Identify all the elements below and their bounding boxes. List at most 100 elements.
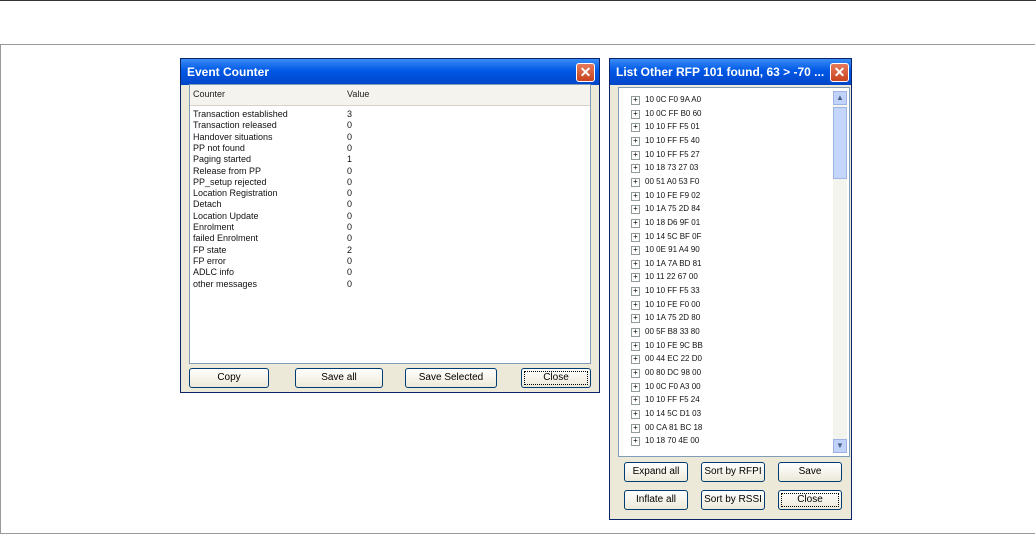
rfp-tree-item[interactable]: +00 44 EC 22 D0 [619,354,824,365]
expand-plus-icon[interactable]: + [631,136,640,146]
expand-plus-icon[interactable]: + [631,164,640,174]
rfp-tree-item[interactable]: +10 10 FF F5 27 [619,150,824,161]
counter-row[interactable]: Enrolment 0 [190,222,590,233]
expand-plus-icon[interactable]: + [631,273,640,283]
copy-button[interactable]: Copy [189,368,269,388]
counter-value: 0 [347,188,353,199]
counter-row[interactable]: PP not found 0 [190,143,590,154]
rfp-tree-item[interactable]: +10 18 70 4E 00 [619,436,824,447]
expand-plus-icon[interactable]: + [631,382,640,392]
counter-row[interactable]: Location Registration 0 [190,188,590,199]
rfp-id-label: 10 1A 75 2D 84 [645,204,701,214]
expand-all-button[interactable]: Expand all [624,462,688,482]
rfp-tree-item[interactable]: +10 0E 91 A4 90 [619,245,824,256]
rfp-tree-item[interactable]: +10 10 FE 9C BB [619,341,824,352]
sort-by-rfpi-button[interactable]: Sort by RFPI [701,462,765,482]
expand-plus-icon[interactable]: + [631,150,640,160]
expand-plus-icon[interactable]: + [631,109,640,119]
counter-value: 0 [347,233,353,244]
counter-row[interactable]: FP state 2 [190,245,590,256]
counter-row[interactable]: Transaction released 0 [190,120,590,131]
expand-plus-icon[interactable]: + [631,246,640,256]
close-icon[interactable]: ✕ [830,63,849,82]
rfp-tree-item[interactable]: +10 0C FF B0 60 [619,109,824,120]
expand-plus-icon[interactable]: + [631,409,640,419]
scroll-down-icon[interactable]: ▼ [833,439,847,453]
expand-plus-icon[interactable]: + [631,328,640,338]
scrollbar-thumb[interactable] [833,107,847,179]
expand-plus-icon[interactable]: + [631,191,640,201]
rfp-list-titlebar[interactable]: List Other RFP 101 found, 63 > -70 ... [610,59,851,85]
rfp-tree-item[interactable]: +10 10 FF F5 40 [619,136,824,147]
counter-row[interactable]: ADLC info 0 [190,267,590,278]
rfp-tree-item[interactable]: +00 80 DC 98 00 [619,368,824,379]
expand-plus-icon[interactable]: + [631,259,640,269]
expand-plus-icon[interactable]: + [631,314,640,324]
close-icon[interactable]: ✕ [576,63,595,82]
rfp-tree-item[interactable]: +10 1A 75 2D 84 [619,204,824,215]
counter-value: 0 [347,120,353,131]
close-button[interactable]: Close [778,490,842,510]
counter-row[interactable]: Paging started 1 [190,154,590,165]
counter-row[interactable]: Release from PP 0 [190,166,590,177]
counter-name: other messages [193,278,258,289]
expand-plus-icon[interactable]: + [631,437,640,447]
counter-row[interactable]: FP error 0 [190,256,590,267]
expand-plus-icon[interactable]: + [631,369,640,378]
save-all-button[interactable]: Save all [295,368,383,388]
rfp-tree-item[interactable]: +10 10 FE F0 00 [619,300,824,311]
counter-list[interactable]: Counter Value Transaction established 3 Tr… [189,84,591,364]
rfp-id-label: 10 10 FF F5 27 [645,149,700,159]
rfp-tree-item[interactable]: +10 1A 7A BD 81 [619,259,824,270]
sort-by-rssi-button[interactable]: Sort by RSSI [701,490,765,510]
expand-plus-icon[interactable]: + [631,423,640,433]
expand-plus-icon[interactable]: + [631,96,640,105]
rfp-tree-item[interactable]: +10 0C F0 A3 00 [619,382,824,393]
counter-row[interactable]: failed Enrolment 0 [190,233,590,244]
expand-plus-icon[interactable]: + [631,355,640,365]
expand-plus-icon[interactable]: + [631,218,640,228]
counter-row[interactable]: Location Update 0 [190,211,590,222]
column-header-value[interactable]: Value [347,89,369,99]
counter-value: 1 [347,154,353,165]
expand-plus-icon[interactable]: + [631,177,640,187]
close-button[interactable]: Close [521,368,591,388]
rfp-tree-item[interactable]: +10 10 FE F9 02 [619,191,824,202]
counter-row[interactable]: Transaction established 3 [190,109,590,120]
counter-row[interactable]: other messages 0 [190,279,590,290]
rfp-tree-item[interactable]: +10 14 5C BF 0F [619,232,824,243]
save-selected-button[interactable]: Save Selected [405,368,497,388]
vertical-scrollbar[interactable]: ▲ ▼ [833,91,847,453]
save-button[interactable]: Save [778,462,842,482]
rfp-tree-item[interactable]: +10 18 D6 9F 01 [619,218,824,229]
rfp-tree-item[interactable]: +10 10 FF F5 33 [619,286,824,297]
rfp-tree-item[interactable]: +10 1A 75 2D 80 [619,313,824,324]
counter-value: 0 [347,222,353,232]
rfp-tree-item[interactable]: +10 11 22 67 00 [619,272,824,283]
counter-name: FP error [193,255,226,266]
expand-plus-icon[interactable]: + [631,341,640,351]
counter-row[interactable]: Handover situations 0 [190,132,590,143]
column-header-counter[interactable]: Counter [193,89,225,99]
rfp-id-label: 10 10 FF F5 40 [645,135,700,145]
rfp-tree-item[interactable]: +10 0C F0 9A A0 [619,95,824,106]
rfp-tree-item[interactable]: +10 10 FF F5 01 [619,122,824,133]
rfp-tree-item[interactable]: +10 14 5C D1 03 [619,409,824,420]
counter-row[interactable]: PP_setup rejected 0 [190,177,590,188]
expand-plus-icon[interactable]: + [631,232,640,242]
event-counter-titlebar[interactable]: Event Counter [181,59,599,85]
expand-plus-icon[interactable]: + [631,300,640,310]
rfp-tree[interactable]: +10 0C F0 9A A0 +10 0C FF B0 60 +10 10 FF … [618,87,850,457]
expand-plus-icon[interactable]: + [631,396,640,406]
expand-plus-icon[interactable]: + [631,205,640,215]
expand-plus-icon[interactable]: + [631,123,640,133]
rfp-tree-item[interactable]: +00 CA 81 BC 18 [619,423,824,434]
rfp-tree-item[interactable]: +00 5F B8 33 80 [619,327,824,338]
rfp-tree-item[interactable]: +10 10 FF F5 24 [619,395,824,406]
rfp-tree-item[interactable]: +10 18 73 27 03 [619,163,824,174]
counter-row[interactable]: Detach 0 [190,199,590,210]
rfp-tree-item[interactable]: +00 51 A0 53 F0 [619,177,824,188]
inflate-all-button[interactable]: Inflate all [624,490,688,510]
expand-plus-icon[interactable]: + [631,287,640,297]
scroll-up-icon[interactable]: ▲ [833,91,847,105]
